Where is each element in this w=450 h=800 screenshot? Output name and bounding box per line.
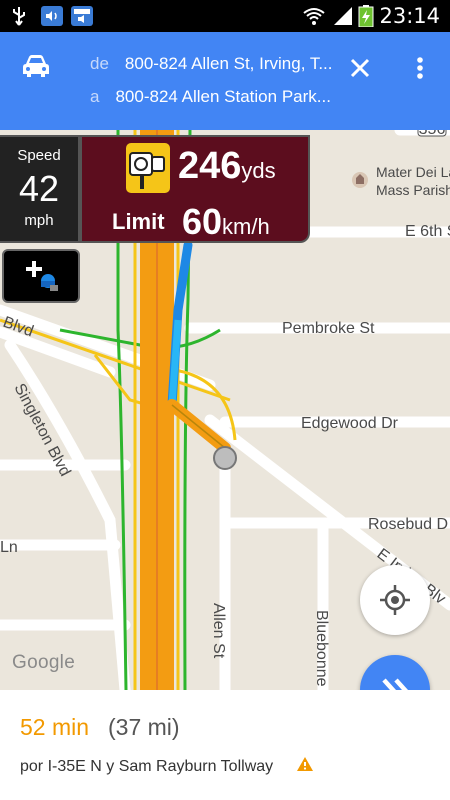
status-bar: 23:14 (0, 0, 450, 32)
street-label-bluebonnet: Bluebonne (313, 610, 330, 687)
origin-value: 800-824 Allen St, Irving, T... (124, 54, 333, 73)
directions-header: de 800-824 Allen St, Irving, T... a 800-82… (0, 32, 450, 130)
camera-distance: 246yds (178, 145, 276, 188)
trip-distance: (37 mi) (108, 714, 180, 740)
poi-label-line1: Mater Dei La (376, 164, 450, 180)
destination-value: 800-824 Allen Station Park... (115, 87, 331, 106)
limit-value: 60 (182, 201, 223, 242)
poi-label-line2: Mass Parish (376, 182, 450, 198)
limit-display: 60km/h (182, 201, 270, 243)
audio-notification-icon (41, 6, 63, 26)
camera-distance-value: 246 (178, 145, 242, 187)
signal-icon (334, 7, 352, 25)
battery-icon (358, 5, 374, 27)
my-location-button[interactable] (360, 565, 430, 635)
current-location-marker (213, 446, 237, 470)
warning-icon (297, 757, 313, 771)
wifi-icon (303, 8, 325, 25)
street-label-pembroke: Pembroke St (282, 320, 375, 337)
status-time: 23:14 (379, 4, 440, 28)
add-camera-icon (26, 261, 58, 291)
camera-distance-unit: yds (241, 158, 276, 183)
radio-notification-icon (71, 6, 93, 26)
street-label-e6th: E 6th S (405, 223, 450, 240)
google-logo: Google (12, 652, 76, 673)
destination-field[interactable]: a 800-824 Allen Station Park... (90, 87, 331, 107)
destination-label: a (90, 87, 100, 106)
car-icon[interactable] (22, 54, 50, 78)
route-via: por I-35E N y Sam Rayburn Tollway (20, 758, 274, 775)
current-speed-panel: Speed 42 mph (0, 135, 80, 243)
street-label-rosebud: Rosebud D (368, 516, 448, 533)
highway-shield-number: 356 (419, 130, 446, 138)
origin-field[interactable]: de 800-824 Allen St, Irving, T... (90, 54, 333, 74)
speed-unit: mph (24, 212, 54, 229)
street-label-ln: Ln (0, 539, 18, 556)
add-camera-button[interactable] (2, 249, 80, 303)
overflow-menu-icon[interactable] (408, 52, 432, 84)
street-label-allen: Allen St (210, 603, 227, 659)
trip-summary-panel[interactable]: 52 min (37 mi) por I-35E N y Sam Rayburn… (0, 690, 450, 800)
trip-duration: 52 min (20, 714, 90, 740)
crosshair-icon (380, 585, 410, 615)
usb-icon (13, 7, 25, 26)
close-icon[interactable] (344, 52, 376, 84)
speed-camera-icon (126, 143, 170, 193)
speed-label: Speed (17, 147, 61, 164)
limit-label: Limit (112, 209, 165, 234)
limit-unit: km/h (222, 214, 270, 239)
street-label-edgewood: Edgewood Dr (301, 415, 399, 432)
origin-label: de (90, 54, 109, 73)
speed-value: 42 (18, 168, 60, 209)
speed-camera-alert-panel: 246yds Limit 60km/h (80, 135, 310, 243)
